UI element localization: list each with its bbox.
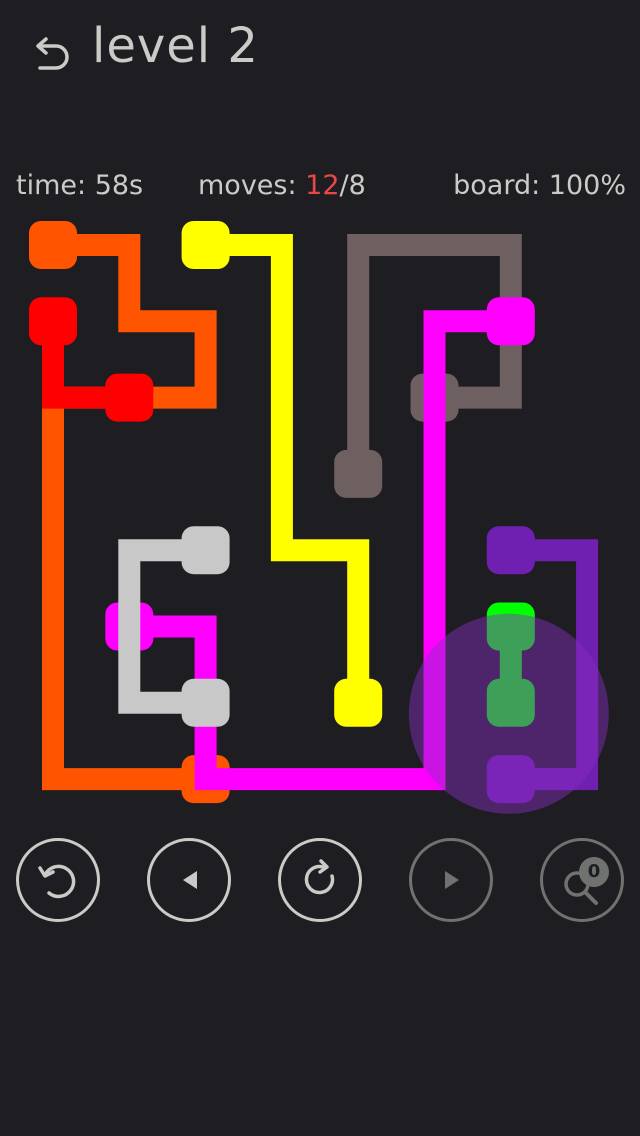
flow-grey-endpoint-2[interactable] [181,678,230,727]
flow-brown [334,234,522,498]
hint-count-badge: 0 [579,857,609,887]
flow-red-endpoint-1[interactable] [29,297,77,346]
flow-orange-endpoint-1[interactable] [29,221,77,269]
game-board[interactable] [0,0,640,1136]
previous-level-button[interactable] [147,838,231,922]
flow-brown-endpoint-1[interactable] [334,449,383,498]
triangle-right-icon [445,871,459,889]
undo-button[interactable] [16,838,100,922]
flow-red-endpoint-2[interactable] [105,373,154,422]
flow-magenta-endpoint-1[interactable] [486,297,535,346]
restart-icon [304,859,335,895]
restart-button[interactable] [278,838,362,922]
next-level-button[interactable] [409,838,493,922]
hint-button[interactable]: 0 [540,838,624,922]
flow-grey-endpoint-1[interactable] [181,526,230,575]
touch-indicator [408,613,609,814]
flow-yellow-endpoint-2[interactable] [334,678,383,727]
undo-icon [38,864,76,899]
flow-yellow-endpoint-1[interactable] [181,221,230,269]
controls-bar: 0 [0,838,640,930]
triangle-left-icon [183,871,197,889]
flow-purple-endpoint-1[interactable] [486,526,535,575]
